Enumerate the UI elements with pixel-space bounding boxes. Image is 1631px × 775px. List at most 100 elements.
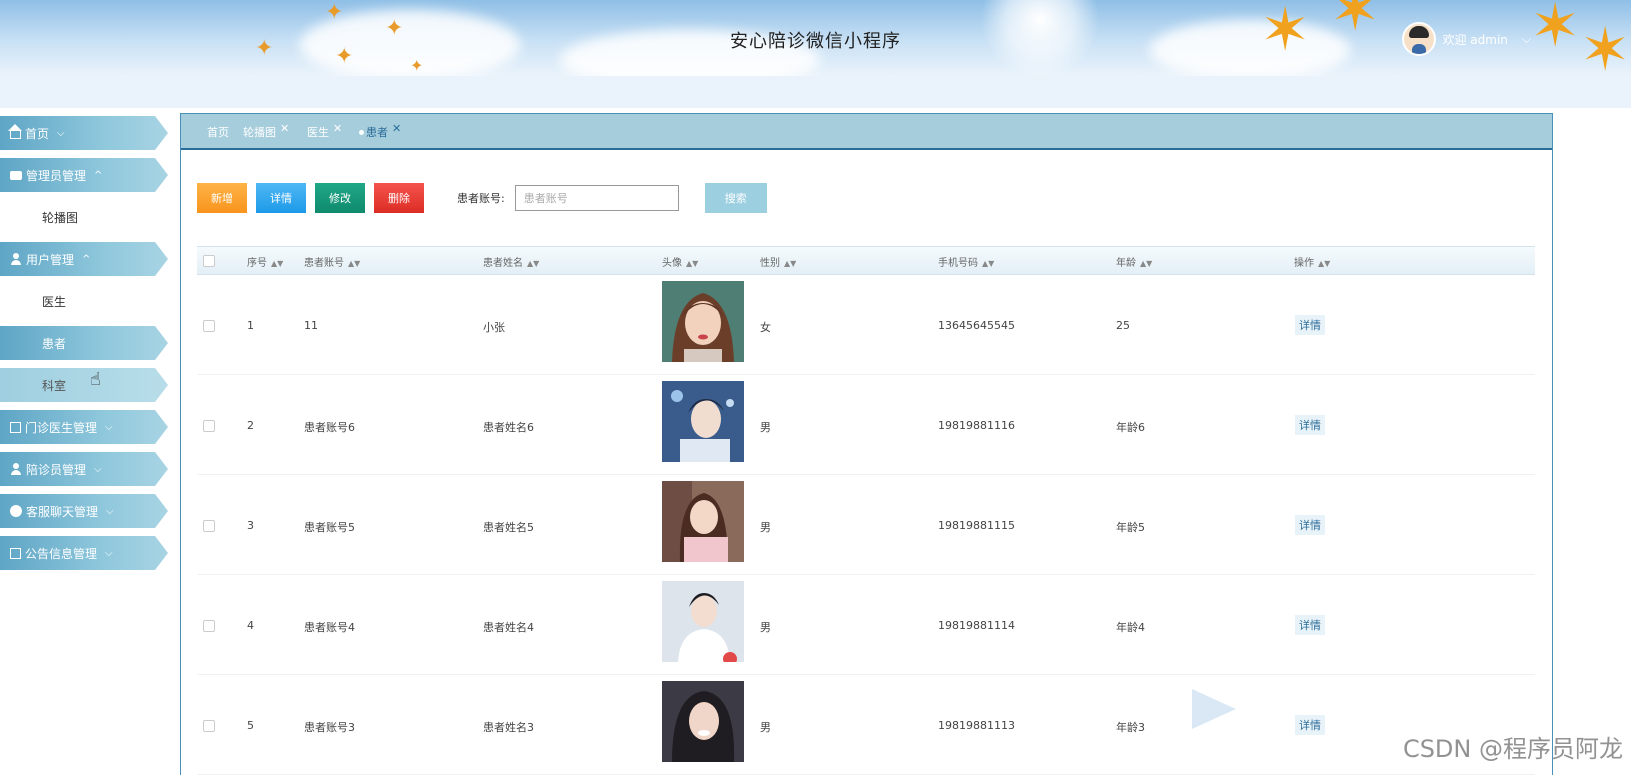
row-checkbox[interactable]	[203, 720, 215, 732]
watermark-logo-icon	[1192, 689, 1236, 729]
chevron-up-icon: ^	[94, 169, 103, 181]
edit-button[interactable]: 修改	[315, 183, 365, 213]
chevron-down-icon: ⌵	[57, 127, 65, 139]
cell-account: 患者账号4	[304, 621, 355, 634]
sort-icon: ▲▼	[527, 259, 540, 268]
patient-account-search-input[interactable]	[514, 185, 679, 211]
sort-icon: ▲▼	[271, 259, 284, 268]
column-header-action[interactable]: 操作 ▲▼	[1294, 254, 1330, 269]
tab-label: 首页	[207, 126, 229, 139]
table-row[interactable]: 4 患者账号4 患者姓名4 男 19819881114 年龄4 详情	[197, 575, 1535, 675]
tab-home[interactable]: 首页	[207, 124, 229, 140]
tab-label: 轮播图	[243, 126, 276, 139]
sidebar: 首页 ⌵ 管理员管理 ^ 轮播图 用户管理 ^ 医生 患者 科室 门诊医生管理 ⌵ 陪诊…	[0, 116, 170, 578]
sidebar-item-label: 医生	[42, 294, 67, 309]
cell-age: 年龄6	[1116, 421, 1145, 434]
close-icon[interactable]: ✕	[392, 122, 401, 135]
user-icon	[10, 463, 22, 475]
watermark: CSDN @程序员阿龙	[1402, 735, 1623, 763]
grid-icon	[10, 421, 21, 433]
chevron-down-icon: ⌵	[105, 421, 113, 433]
toolbar: 新增 详情 修改 删除 患者账号: 搜索	[197, 183, 767, 213]
row-checkbox[interactable]	[203, 320, 215, 332]
cell-account: 患者账号6	[304, 421, 355, 434]
column-header-account[interactable]: 患者账号 ▲▼	[304, 254, 360, 269]
cell-index: 1	[247, 319, 254, 332]
row-detail-button[interactable]: 详情	[1295, 615, 1325, 635]
detail-button[interactable]: 详情	[256, 183, 306, 213]
chevron-down-icon: ⌵	[94, 463, 102, 475]
sidebar-item-label: 用户管理	[26, 252, 75, 267]
sort-icon: ▲▼	[686, 259, 699, 268]
cell-name: 患者姓名3	[483, 721, 534, 734]
sidebar-item-clinic-doctor-management[interactable]: 门诊医生管理 ⌵	[0, 410, 168, 444]
row-checkbox[interactable]	[203, 520, 215, 532]
app-title: 安心陪诊微信小程序	[730, 31, 901, 52]
cell-index: 2	[247, 419, 254, 432]
avatar[interactable]	[1402, 22, 1437, 56]
close-icon[interactable]: ✕	[333, 122, 342, 135]
tab-label: 患者	[366, 126, 388, 139]
sidebar-item-label: 管理员管理	[26, 168, 87, 183]
column-header-index[interactable]: 序号 ▲▼	[247, 254, 283, 269]
row-detail-button[interactable]: 详情	[1295, 515, 1325, 535]
sidebar-item-label: 科室	[42, 378, 67, 393]
sidebar-item-label: 患者	[42, 336, 67, 351]
add-button[interactable]: 新增	[197, 183, 247, 213]
sidebar-item-doctor[interactable]: 医生	[0, 284, 160, 318]
cell-account: 11	[304, 319, 318, 332]
cell-age: 年龄4	[1116, 621, 1145, 634]
table-row[interactable]: 1 11 小张 女 13645645545 25 详情	[197, 275, 1535, 375]
cell-account: 患者账号3	[304, 721, 355, 734]
sidebar-item-notice-management[interactable]: 公告信息管理 ⌵	[0, 536, 168, 570]
hand-cursor-icon: ☝	[90, 369, 101, 390]
column-header-avatar[interactable]: 头像 ▲▼	[662, 254, 698, 269]
sidebar-item-patient[interactable]: 患者	[0, 326, 168, 360]
sidebar-item-user-management[interactable]: 用户管理 ^	[0, 242, 168, 276]
user-menu[interactable]: 欢迎 admin ⌵	[1402, 22, 1531, 56]
sidebar-item-chat-management[interactable]: 客服聊天管理 ⌵	[0, 494, 168, 528]
tab-doctor[interactable]: 医生 ✕	[307, 122, 342, 140]
sidebar-item-label: 陪诊员管理	[26, 462, 87, 477]
doc-icon	[10, 547, 21, 559]
column-header-gender[interactable]: 性别 ▲▼	[760, 254, 796, 269]
sidebar-item-escort-management[interactable]: 陪诊员管理 ⌵	[0, 452, 168, 486]
sort-icon: ▲▼	[982, 259, 995, 268]
column-header-age[interactable]: 年龄 ▲▼	[1116, 254, 1152, 269]
delete-button[interactable]: 删除	[374, 183, 424, 213]
check-icon	[10, 505, 22, 517]
row-detail-button[interactable]: 详情	[1295, 715, 1325, 735]
main-panel: 首页 轮播图 ✕ 医生 ✕ 患者 ✕ 新增 详情 修改 删除 患者账号: 搜索 序号▲…	[180, 113, 1553, 775]
patient-avatar-photo	[662, 581, 744, 662]
select-all-checkbox[interactable]	[203, 255, 215, 267]
row-detail-button[interactable]: 详情	[1295, 315, 1325, 335]
tab-label: 医生	[307, 126, 329, 139]
sidebar-item-carousel[interactable]: 轮播图	[0, 200, 160, 234]
tab-patient[interactable]: 患者 ✕	[359, 122, 401, 140]
chevron-down-icon[interactable]: ⌵	[1522, 32, 1531, 47]
search-button[interactable]: 搜索	[704, 183, 767, 213]
table-row[interactable]: 3 患者账号5 患者姓名5 男 19819881115 年龄5 详情	[197, 475, 1535, 575]
row-detail-button[interactable]: 详情	[1295, 415, 1325, 435]
close-icon[interactable]: ✕	[280, 122, 289, 135]
table-row[interactable]: 2 患者账号6 患者姓名6 男 19819881116 年龄6 详情	[197, 375, 1535, 475]
tab-bar: 首页 轮播图 ✕ 医生 ✕ 患者 ✕	[181, 114, 1552, 150]
cell-phone: 19819881114	[938, 619, 1015, 632]
row-checkbox[interactable]	[203, 620, 215, 632]
sidebar-item-home[interactable]: 首页 ⌵	[0, 116, 168, 150]
sort-icon: ▲▼	[784, 259, 797, 268]
row-checkbox[interactable]	[203, 420, 215, 432]
cell-index: 5	[247, 719, 254, 732]
column-header-phone[interactable]: 手机号码 ▲▼	[938, 254, 994, 269]
sidebar-item-label: 公告信息管理	[25, 546, 98, 561]
table-row[interactable]: 5 患者账号3 患者姓名3 男 19819881113 年龄3 详情	[197, 675, 1535, 775]
sidebar-item-admin-management[interactable]: 管理员管理 ^	[0, 158, 168, 192]
chevron-down-icon: ⌵	[106, 505, 114, 517]
column-header-name[interactable]: 患者姓名 ▲▼	[483, 254, 539, 269]
cell-account: 患者账号5	[304, 521, 355, 534]
sidebar-item-department[interactable]: 科室	[0, 368, 168, 402]
patient-table: 序号 ▲▼ 患者账号 ▲▼ 患者姓名 ▲▼ 头像 ▲▼ 性别 ▲▼ 手机号码 ▲▼ 年龄 ▲▼…	[197, 246, 1535, 775]
tab-carousel[interactable]: 轮播图 ✕	[243, 122, 289, 140]
search-label: 患者账号:	[457, 192, 505, 205]
cell-age: 25	[1116, 319, 1130, 332]
